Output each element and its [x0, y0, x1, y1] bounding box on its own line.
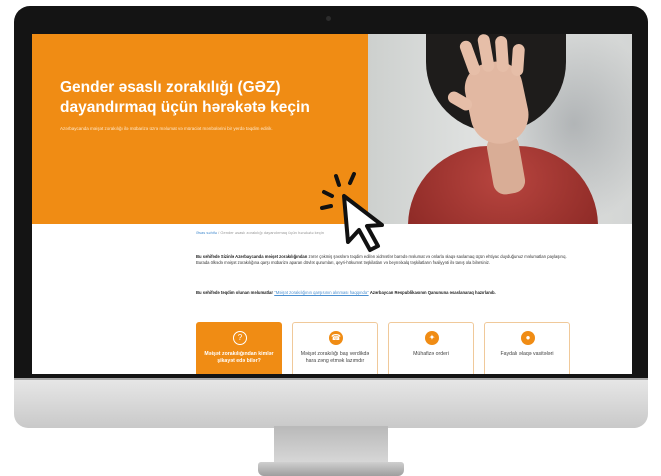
card-protection-order[interactable]: ✦ Mühafizə orderi	[388, 322, 474, 374]
hero-photo	[368, 34, 632, 224]
hero-title: Gender əsaslı zorakılığı (GƏZ) dayandırm…	[60, 79, 310, 116]
monitor-stand	[274, 426, 388, 464]
card-label: Məişət zorakılığı baş verdikdə hara zəng…	[300, 351, 370, 364]
breadcrumb-home[interactable]: Əsas səhifə	[196, 230, 217, 235]
card-where-to-call[interactable]: ☎ Məişət zorakılığı baş verdikdə hara zə…	[292, 322, 378, 374]
phone-icon: ☎	[329, 331, 343, 345]
card-who-can-complain[interactable]: ? Məişət zorakılığından kimlər şikayət e…	[196, 322, 282, 374]
photo-finger	[510, 43, 526, 77]
note-paragraph: Bu səhifədə təqdim olunan məlumatlar "Mə…	[196, 290, 576, 296]
law-link[interactable]: "Məişət zorakılığının qarşısının alınmas…	[274, 290, 368, 295]
breadcrumb: Əsas səhifə / Gender əsaslı zorakılığı d…	[196, 230, 324, 235]
breadcrumb-current: Gender əsaslı zorakılığı dayandırmaq üçü…	[220, 230, 325, 235]
monitor-stand-base	[258, 462, 404, 476]
note-text: Azərbaycan Respublikasının Qanununa əsas…	[369, 290, 496, 295]
card-useful-contacts[interactable]: ● Faydalı əlaqə vasitələri	[484, 322, 570, 374]
card-label: Məişət zorakılığından kimlər şikayət edə…	[204, 351, 274, 364]
chat-icon: ●	[521, 331, 535, 345]
card-label: Mühafizə orderi	[413, 351, 449, 357]
intro-lead: Bu səhifədə Sizinlə Azərbaycanda məişət …	[196, 254, 308, 259]
question-icon: ?	[233, 331, 247, 345]
photo-finger	[494, 35, 510, 73]
monitor-chin	[14, 378, 648, 428]
hero-subtitle: Azərbaycanda məişət zorakılığı ilə mübar…	[60, 126, 273, 131]
webcam	[326, 16, 331, 21]
click-cursor-icon	[320, 172, 384, 252]
shield-icon: ✦	[425, 331, 439, 345]
note-lead: Bu səhifədə təqdim olunan məlumatlar	[196, 290, 274, 295]
card-label: Faydalı əlaqə vasitələri	[500, 351, 554, 357]
